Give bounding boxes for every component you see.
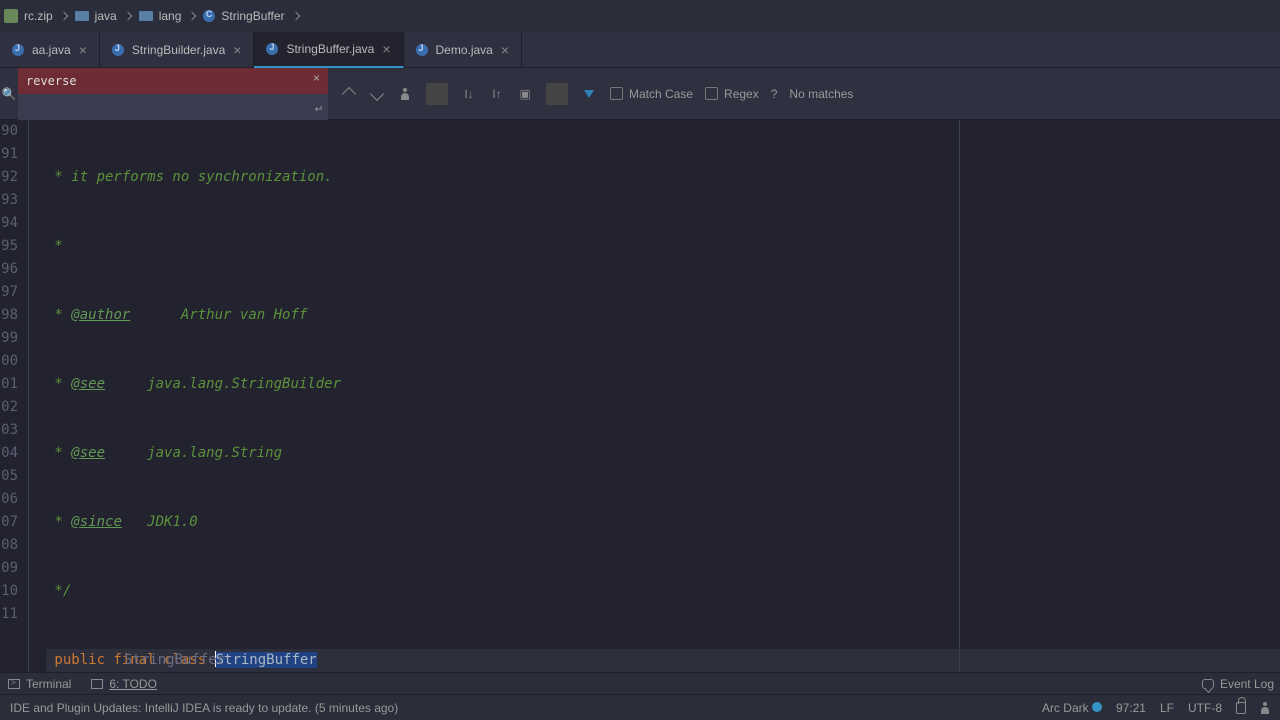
gutter: 9091929394959697989900010203040506070809…: [0, 120, 20, 672]
find-bar: 🔍 × ↵ I↓ I↑ ▣ Match Case Regex ? No matc…: [0, 68, 1280, 120]
code-area[interactable]: * it performs no synchronization. * * @a…: [38, 120, 1280, 672]
breadcrumb: rc.zip java lang StringBuffer: [0, 0, 1280, 32]
folder-icon: [139, 11, 153, 21]
chevron-right-icon: [59, 12, 67, 20]
filter-button[interactable]: [578, 83, 600, 105]
terminal-icon: [8, 679, 20, 689]
match-count: No matches: [789, 87, 853, 101]
replace-row[interactable]: ↵: [18, 94, 328, 120]
arrow-up-icon: [342, 86, 356, 100]
tab-stringbuffer[interactable]: StringBuffer.java×: [254, 32, 403, 68]
search-icon: 🔍: [0, 87, 18, 101]
theme-dot-icon: [1092, 702, 1102, 712]
enter-icon: ↵: [315, 100, 322, 114]
remove-selection-button[interactable]: I↑: [486, 83, 508, 105]
java-icon: [112, 44, 124, 56]
toggle-replace-button[interactable]: ▣: [514, 83, 536, 105]
arrow-down-icon: [370, 86, 384, 100]
status-bar: IDE and Plugin Updates: IntelliJ IDEA is…: [0, 694, 1280, 720]
select-all-icon: [400, 88, 410, 100]
folder-icon: [75, 11, 89, 21]
bubble-icon: [1202, 679, 1214, 689]
checkbox-icon: [610, 87, 623, 100]
add-selection-button[interactable]: I↓: [458, 83, 480, 105]
chevron-right-icon: [188, 12, 196, 20]
prev-match-button[interactable]: [338, 83, 360, 105]
regex-checkbox[interactable]: Regex: [705, 87, 759, 101]
chevron-right-icon: [123, 12, 131, 20]
close-icon[interactable]: ×: [79, 42, 87, 58]
tab-aa[interactable]: aa.java×: [0, 32, 100, 67]
breadcrumb-hint: StringBuffer: [124, 649, 225, 672]
crumb-class[interactable]: StringBuffer: [203, 9, 284, 23]
chevron-right-icon: [291, 12, 299, 20]
filter-icon: [584, 90, 594, 98]
tab-demo[interactable]: Demo.java×: [404, 32, 523, 67]
editor[interactable]: 9091929394959697989900010203040506070809…: [0, 120, 1280, 672]
find-input[interactable]: [18, 68, 328, 94]
tab-stringbuilder[interactable]: StringBuilder.java×: [100, 32, 255, 67]
line-separator[interactable]: LF: [1160, 701, 1174, 715]
terminal-toolwindow[interactable]: Terminal: [8, 677, 71, 691]
inspections-icon[interactable]: [1260, 702, 1270, 714]
event-log-button[interactable]: Event Log: [1202, 677, 1274, 691]
find-close-icon[interactable]: ×: [313, 71, 320, 85]
separator: [546, 83, 568, 105]
close-icon[interactable]: ×: [501, 42, 509, 58]
java-icon: [12, 44, 24, 56]
editor-split[interactable]: [959, 120, 960, 672]
caret-position[interactable]: 97:21: [1116, 701, 1146, 715]
archive-icon: [4, 9, 18, 23]
theme-indicator[interactable]: Arc Dark: [1042, 701, 1102, 715]
crumb-archive[interactable]: rc.zip: [4, 9, 53, 23]
separator: [426, 83, 448, 105]
crumb-pkg-lang[interactable]: lang: [139, 9, 182, 23]
close-icon[interactable]: ×: [382, 41, 390, 57]
java-icon: [416, 44, 428, 56]
todo-icon: [91, 679, 103, 689]
select-all-button[interactable]: [394, 83, 416, 105]
close-icon[interactable]: ×: [233, 42, 241, 58]
todo-toolwindow[interactable]: 6: TODO: [91, 677, 157, 691]
file-encoding[interactable]: UTF-8: [1188, 701, 1222, 715]
regex-help[interactable]: ?: [771, 87, 778, 101]
match-case-checkbox[interactable]: Match Case: [610, 87, 693, 101]
editor-tabs: aa.java× StringBuilder.java× StringBuffe…: [0, 32, 1280, 68]
tool-window-bar: Terminal 6: TODO Event Log: [0, 672, 1280, 694]
next-match-button[interactable]: [366, 83, 388, 105]
status-message: IDE and Plugin Updates: IntelliJ IDEA is…: [10, 701, 398, 715]
class-icon: [203, 10, 215, 22]
fold-column[interactable]: [20, 120, 38, 672]
lock-icon[interactable]: [1236, 702, 1246, 714]
checkbox-icon: [705, 87, 718, 100]
java-icon: [266, 43, 278, 55]
crumb-pkg-java[interactable]: java: [75, 9, 117, 23]
